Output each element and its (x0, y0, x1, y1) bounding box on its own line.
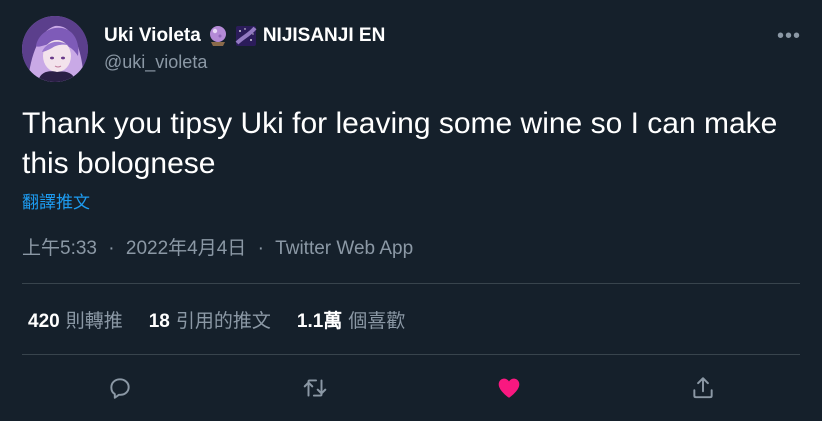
more-options-button[interactable]: ••• (772, 22, 806, 50)
tweet-detail: Uki Violeta NIJISANJI EN @uki_violeta ••… (0, 0, 822, 421)
retweet-button[interactable] (295, 368, 335, 408)
tweet-text: Thank you tipsy Uki for leaving some win… (22, 107, 778, 180)
quotes-label: 引用的推文 (175, 311, 271, 332)
reply-icon (107, 375, 133, 401)
engagement-stats: 420 則轉推 18 引用的推文 1.1萬 個喜歡 (28, 306, 431, 333)
tweet-date[interactable]: 2022年4月4日 (126, 238, 246, 259)
reply-button[interactable] (100, 368, 140, 408)
meta-separator: · (257, 238, 264, 259)
divider (22, 283, 800, 284)
tweet-source[interactable]: Twitter Web App (275, 238, 413, 259)
divider (22, 354, 800, 355)
quotes-stat[interactable]: 18 引用的推文 (149, 306, 271, 333)
retweets-count: 420 (28, 311, 60, 332)
like-button[interactable] (489, 368, 529, 408)
retweet-icon (302, 375, 328, 401)
share-icon (690, 375, 716, 401)
likes-stat[interactable]: 1.1萬 個喜歡 (297, 306, 405, 333)
more-icon: ••• (776, 24, 801, 47)
tweet-actions-bar (22, 360, 800, 416)
translate-tweet-link[interactable]: 翻譯推文 (22, 188, 90, 213)
quotes-count: 18 (148, 311, 170, 332)
milky-way-icon (235, 25, 257, 47)
display-name[interactable]: Uki Violeta (104, 25, 201, 47)
avatar[interactable] (22, 16, 88, 82)
retweets-label: 則轉推 (65, 311, 123, 332)
org-name: NIJISANJI EN (262, 25, 386, 46)
like-icon (496, 375, 522, 401)
tweet-metadata: 上午5:33 · 2022年4月4日 · Twitter Web App (22, 233, 413, 260)
crystal-ball-icon (207, 25, 229, 47)
likes-count: 1.1萬 (296, 311, 343, 332)
tweet-time[interactable]: 上午5:33 (22, 238, 97, 259)
share-button[interactable] (683, 368, 723, 408)
retweets-stat[interactable]: 420 則轉推 (28, 306, 123, 333)
user-handle[interactable]: @uki_violeta (104, 52, 207, 73)
likes-label: 個喜歡 (348, 311, 406, 332)
author-name-row[interactable]: Uki Violeta NIJISANJI EN (104, 24, 385, 48)
meta-separator: · (108, 238, 115, 259)
